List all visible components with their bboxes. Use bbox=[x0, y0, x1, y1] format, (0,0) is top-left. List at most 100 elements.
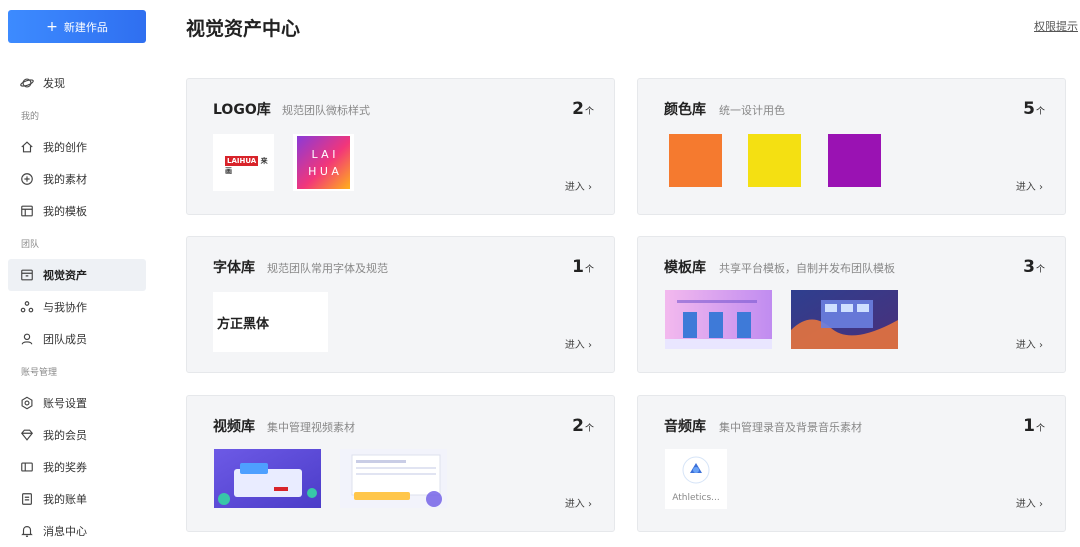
video-preview-1 bbox=[214, 449, 321, 508]
enter-link[interactable]: 进入 › bbox=[1016, 336, 1043, 351]
sidebar-item-discover[interactable]: 发现 bbox=[8, 67, 146, 99]
sidebar-item-account-settings[interactable]: 账号设置 bbox=[8, 387, 146, 419]
video-thumbnail-2[interactable] bbox=[340, 449, 447, 508]
card-count: 1个 bbox=[1023, 416, 1045, 436]
laihua-logo: LAIHUA 来画 bbox=[225, 156, 274, 176]
sidebar-item-messages[interactable]: 消息中心 bbox=[8, 515, 146, 547]
plus-icon: + bbox=[46, 18, 58, 35]
sidebar-item-label: 与我协作 bbox=[43, 301, 87, 314]
count-value: 2 bbox=[572, 99, 584, 119]
card-description: 规范团队常用字体及规范 bbox=[267, 262, 388, 275]
enter-link[interactable]: 进入 › bbox=[1016, 178, 1043, 193]
template-thumbnail-1[interactable] bbox=[665, 290, 772, 349]
logo-thumbnail-laihua-square[interactable]: L A I H U A bbox=[293, 134, 354, 191]
permission-hint-link[interactable]: 权限提示 bbox=[1034, 18, 1078, 34]
sidebar-item-my-materials[interactable]: 我的素材 bbox=[8, 163, 146, 195]
color-swatch-orange[interactable] bbox=[669, 134, 722, 187]
card-description: 规范团队微标样式 bbox=[282, 104, 370, 117]
font-library-card[interactable]: 字体库 规范团队常用字体及规范 1个 方正黑体 进入 › bbox=[186, 236, 615, 373]
color-swatch-purple[interactable] bbox=[828, 134, 881, 187]
card-description: 共享平台模板，自制并发布团队模板 bbox=[719, 262, 895, 275]
sidebar-item-label: 发现 bbox=[43, 77, 65, 90]
sidebar-item-label: 消息中心 bbox=[43, 525, 87, 538]
home-icon bbox=[21, 141, 33, 153]
color-library-card[interactable]: 颜色库 统一设计用色 5个 进入 › bbox=[637, 78, 1066, 215]
video-library-card[interactable]: 视频库 集中管理视频素材 2个 进入 › bbox=[186, 395, 615, 532]
sidebar-item-label: 我的会员 bbox=[43, 429, 87, 442]
laihua-square-logo: L A I H U A bbox=[297, 136, 350, 189]
sidebar-item-label: 账号设置 bbox=[43, 397, 87, 410]
sidebar-item-collab[interactable]: 与我协作 bbox=[8, 291, 146, 323]
sidebar-item-label: 我的账单 bbox=[43, 493, 87, 506]
collaboration-icon bbox=[20, 301, 34, 313]
count-value: 5 bbox=[1023, 99, 1035, 119]
gear-icon bbox=[21, 396, 33, 410]
app: + 新建作品 发现 我的 我的创作 我的素材 我的模板 团队 视觉资产 与我协作 bbox=[0, 0, 1080, 547]
sidebar-item-label: 我的奖券 bbox=[43, 461, 87, 474]
card-description: 集中管理录音及背景音乐素材 bbox=[719, 421, 862, 434]
video-preview-2 bbox=[340, 449, 447, 508]
logo-line-1: L A I bbox=[312, 148, 336, 161]
sidebar-item-my-bills[interactable]: 我的账单 bbox=[8, 483, 146, 515]
sidebar-item-my-membership[interactable]: 我的会员 bbox=[8, 419, 146, 451]
card-count: 2个 bbox=[572, 416, 594, 436]
logo-line-2: H U A bbox=[308, 165, 339, 178]
count-unit: 个 bbox=[584, 424, 594, 434]
card-title: 音频库 bbox=[664, 419, 706, 435]
new-creation-button[interactable]: + 新建作品 bbox=[8, 10, 146, 43]
enter-link[interactable]: 进入 › bbox=[565, 336, 592, 351]
materials-icon bbox=[21, 173, 33, 185]
card-description: 统一设计用色 bbox=[719, 104, 785, 117]
count-value: 3 bbox=[1023, 257, 1035, 277]
audio-file-name: Athletics... bbox=[672, 493, 720, 503]
sidebar-item-my-templates[interactable]: 我的模板 bbox=[8, 195, 146, 227]
card-title: 字体库 bbox=[213, 260, 255, 276]
diamond-icon bbox=[21, 429, 33, 441]
sidebar: + 新建作品 发现 我的 我的创作 我的素材 我的模板 团队 视觉资产 与我协作 bbox=[0, 0, 154, 547]
template-thumbnail-2[interactable] bbox=[791, 290, 898, 349]
count-unit: 个 bbox=[1035, 107, 1045, 117]
count-unit: 个 bbox=[1035, 265, 1045, 275]
color-swatch-yellow[interactable] bbox=[748, 134, 801, 187]
section-team: 团队 bbox=[21, 240, 40, 250]
assets-icon bbox=[21, 269, 33, 281]
card-count: 2个 bbox=[572, 99, 594, 119]
card-description: 集中管理视频素材 bbox=[267, 421, 355, 434]
new-creation-label: 新建作品 bbox=[63, 20, 108, 34]
font-sample-thumbnail[interactable]: 方正黑体 bbox=[213, 292, 328, 352]
count-value: 1 bbox=[1023, 416, 1035, 436]
sidebar-item-visual-assets[interactable]: 视觉资产 bbox=[8, 259, 146, 291]
logo-thumbnail-laihua-text[interactable]: LAIHUA 来画 bbox=[213, 134, 274, 191]
planet-icon bbox=[20, 78, 34, 88]
section-account: 账号管理 bbox=[21, 368, 58, 378]
template-preview-1 bbox=[665, 290, 772, 349]
logo-library-card[interactable]: LOGO库 规范团队微标样式 2个 LAIHUA 来画 L A I H U A … bbox=[186, 78, 615, 215]
video-thumbnail-1[interactable] bbox=[214, 449, 321, 508]
template-library-card[interactable]: 模板库 共享平台模板，自制并发布团队模板 3个 进入 › bbox=[637, 236, 1066, 373]
sidebar-item-label: 视觉资产 bbox=[43, 269, 87, 282]
template-preview-2 bbox=[791, 290, 898, 349]
audio-thumbnail[interactable]: Athletics... bbox=[665, 449, 727, 509]
sidebar-item-label: 我的模板 bbox=[43, 205, 87, 218]
enter-link[interactable]: 进入 › bbox=[565, 495, 592, 510]
card-title: 颜色库 bbox=[664, 102, 706, 118]
logo-tag: LAIHUA bbox=[225, 156, 259, 166]
card-count: 5个 bbox=[1023, 99, 1045, 119]
sidebar-item-label: 团队成员 bbox=[43, 333, 87, 346]
sidebar-item-my-rewards[interactable]: 我的奖券 bbox=[8, 451, 146, 483]
count-value: 1 bbox=[572, 257, 584, 277]
template-icon bbox=[21, 205, 33, 217]
sidebar-item-my-creations[interactable]: 我的创作 bbox=[8, 131, 146, 163]
sidebar-item-team-members[interactable]: 团队成员 bbox=[8, 323, 146, 355]
bill-icon bbox=[22, 493, 32, 505]
enter-link[interactable]: 进入 › bbox=[1016, 495, 1043, 510]
count-unit: 个 bbox=[1035, 424, 1045, 434]
card-title: LOGO库 bbox=[213, 102, 271, 118]
sidebar-item-label: 我的创作 bbox=[43, 141, 87, 154]
page-title: 视觉资产中心 bbox=[186, 18, 301, 40]
enter-link[interactable]: 进入 › bbox=[565, 178, 592, 193]
card-count: 3个 bbox=[1023, 257, 1045, 277]
user-icon bbox=[21, 333, 33, 345]
count-value: 2 bbox=[572, 416, 584, 436]
audio-library-card[interactable]: 音频库 集中管理录音及背景音乐素材 1个 Athletics... 进入 › bbox=[637, 395, 1066, 532]
